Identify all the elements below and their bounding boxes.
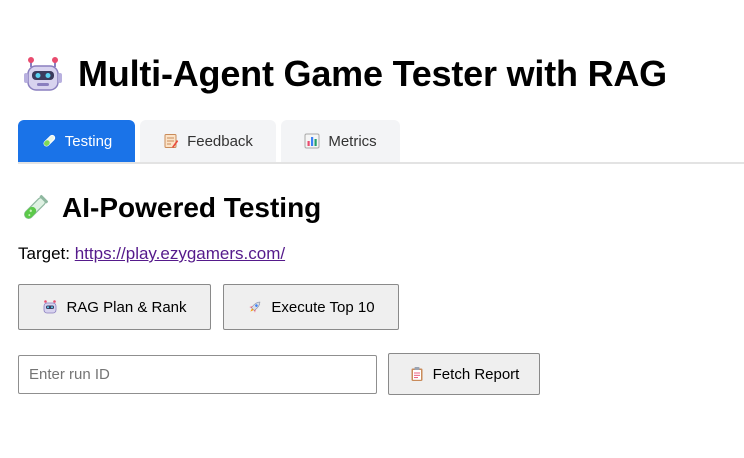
target-line: Target: https://play.ezygamers.com/ — [18, 244, 285, 264]
tab-metrics[interactable]: Metrics — [281, 120, 400, 162]
run-id-input[interactable] — [18, 355, 377, 394]
bar-chart-icon — [304, 133, 320, 149]
test-tube-icon — [20, 193, 50, 223]
memo-icon — [163, 133, 179, 149]
tab-testing[interactable]: Testing — [18, 120, 135, 162]
robot-icon — [42, 299, 58, 315]
test-tube-icon — [41, 133, 57, 149]
target-link[interactable]: https://play.ezygamers.com/ — [75, 244, 285, 263]
page-title-text: Multi-Agent Game Tester with RAG — [78, 53, 667, 94]
page-title: Multi-Agent Game Tester with RAG — [22, 52, 667, 96]
tab-feedback[interactable]: Feedback — [140, 120, 276, 162]
tab-label: Testing — [64, 132, 113, 150]
button-label: Fetch Report — [432, 365, 520, 383]
button-label: Execute Top 10 — [271, 298, 375, 316]
section-title-text: AI-Powered Testing — [62, 192, 322, 223]
target-label: Target: — [18, 244, 70, 263]
fetch-report-button[interactable]: Fetch Report — [388, 353, 540, 395]
execute-top-10-button[interactable]: Execute Top 10 — [223, 284, 399, 330]
robot-icon — [22, 53, 64, 95]
button-label: RAG Plan & Rank — [66, 298, 187, 316]
section-title: AI-Powered Testing — [20, 190, 321, 226]
tab-label: Feedback — [187, 132, 253, 150]
tab-label: Metrics — [328, 132, 377, 150]
tab-bar: Testing Feedback Metrics — [18, 120, 744, 164]
clipboard-icon — [409, 366, 425, 382]
rocket-icon — [247, 299, 263, 315]
rag-plan-rank-button[interactable]: RAG Plan & Rank — [18, 284, 211, 330]
